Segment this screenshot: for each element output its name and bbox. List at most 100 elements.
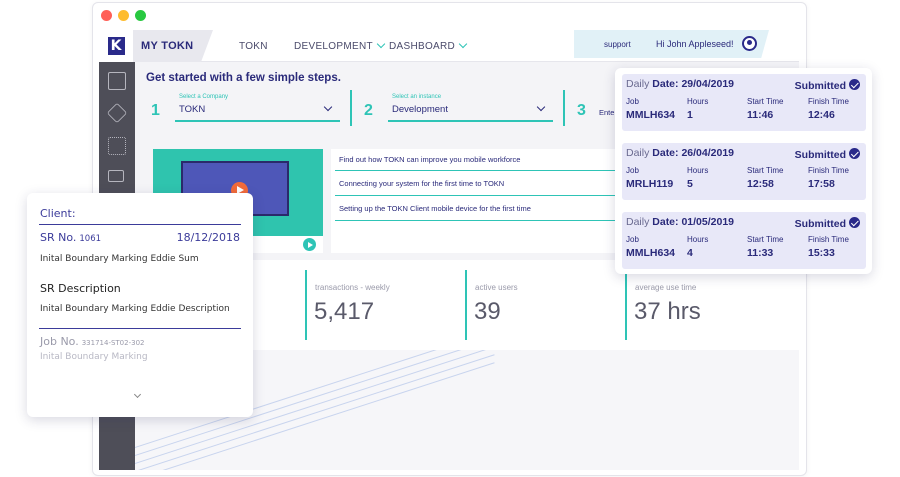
col-label-finish: Finish Time [808,166,849,175]
minimize-window-button[interactable] [118,10,129,21]
chevron-down-icon [376,39,386,49]
divider [39,224,241,225]
tokn-logo-icon: K [107,37,125,55]
stat-value-active-users: 39 [474,298,501,325]
service-request-card[interactable]: Client: SR No. 1061 18/12/2018 Inital Bou… [27,193,253,417]
stat-label-active-users: active users [475,283,518,292]
step-divider [563,90,565,126]
help-link-connecting[interactable]: Connecting your system for the first tim… [339,179,504,188]
chevron-down-icon[interactable] [133,390,142,399]
col-label-finish: Finish Time [808,97,849,106]
start-time-value: 11:46 [747,109,774,121]
step-number-1: 1 [151,102,160,119]
logo[interactable]: K [99,30,133,62]
divider [39,328,241,329]
screens-icon[interactable] [108,170,124,182]
col-label-hours: Hours [687,97,709,106]
nav-dashboard[interactable]: DASHBOARD [389,39,468,52]
finish-time-value: 15:33 [808,247,835,259]
org-chart-icon[interactable] [108,137,126,155]
step-3-field[interactable]: Ente [599,108,614,117]
sr-number: SR No. 1061 [40,231,102,244]
avatar-icon[interactable] [742,36,757,51]
hours-value: 4 [687,247,693,259]
col-label-start: Start Time [747,235,784,244]
start-time-value: 12:58 [747,178,774,190]
support-link[interactable]: support [604,40,631,49]
maximize-window-button[interactable] [135,10,146,21]
brand-label: MY TOKN [141,40,194,52]
finish-time-value: 12:46 [808,109,835,121]
stat-accent [625,270,627,340]
layers-icon[interactable] [106,102,128,124]
company-select[interactable]: TOKN [179,104,205,115]
close-window-button[interactable] [101,10,112,21]
job-value: MRLH119 [626,178,674,190]
company-select-underline [175,120,340,122]
job-value: MMLH634 [626,109,676,121]
col-label-start: Start Time [747,166,784,175]
entry-date: Daily Date: 26/04/2019 [626,147,735,159]
nav-development[interactable]: DEVELOPMENT [294,39,386,52]
timesheet-entry[interactable]: Daily Date: 26/04/2019 Submitted Job Hou… [622,143,866,200]
stat-label-transactions: transactions - weekly [315,283,390,292]
check-circle-icon [849,148,860,159]
col-label-job: Job [626,97,639,106]
instance-select[interactable]: Development [392,104,448,115]
instance-select-label: Select an instance [392,94,442,100]
divider [335,195,621,196]
check-circle-icon [849,217,860,228]
help-link-improve[interactable]: Find out how TOKN can improve you mobile… [339,155,520,164]
finish-time-value: 17:58 [808,178,835,190]
help-links: Find out how TOKN can improve you mobile… [331,149,621,253]
col-label-finish: Finish Time [808,235,849,244]
window-controls [101,10,146,21]
stat-label-average-use: average use time [635,283,697,292]
play-button-icon[interactable] [303,238,316,251]
settings-icon[interactable] [108,72,126,90]
timesheet-entry[interactable]: Daily Date: 29/04/2019 Submitted Job Hou… [622,74,866,131]
status-badge: Submitted [795,216,860,230]
chevron-down-icon [458,39,468,49]
step-number-2: 2 [364,102,373,119]
divider [335,220,621,221]
col-label-start: Start Time [747,97,784,106]
step-divider [350,90,352,126]
check-circle-icon [849,79,860,90]
col-label-job: Job [626,166,639,175]
divider [335,170,621,171]
status-badge: Submitted [795,78,860,92]
sr-summary: Inital Boundary Marking Eddie Sum [40,254,199,264]
sr-date: 18/12/2018 [176,231,240,244]
stat-accent [465,270,467,340]
step-number-3: 3 [577,102,586,119]
status-badge: Submitted [795,147,860,161]
entry-date: Daily Date: 29/04/2019 [626,78,735,90]
sr-description-title: SR Description [40,282,121,295]
sr-description-text: Inital Boundary Marking Eddie Descriptio… [40,304,230,314]
company-select-label: Select a Company [179,94,229,100]
top-navigation-bar: K MY TOKN TOKN DEVELOPMENT DASHBOARD sup… [99,30,799,62]
timesheet-entry[interactable]: Daily Date: 01/05/2019 Submitted Job Hou… [622,212,866,269]
job-description: Inital Boundary Marking [40,352,148,362]
chevron-down-icon[interactable] [536,102,546,112]
col-label-job: Job [626,235,639,244]
page-heading: Get started with a few simple steps. [146,72,341,84]
hours-value: 1 [687,109,693,121]
entry-date: Daily Date: 01/05/2019 [626,216,735,228]
help-link-setup[interactable]: Setting up the TOKN Client mobile device… [339,204,531,213]
user-bar: support Hi John Appleseed! [574,30,769,58]
stat-value-average-use: 37 hrs [634,298,701,325]
stat-value-transactions: 5,417 [314,298,375,325]
col-label-hours: Hours [687,166,709,175]
nav-tokn[interactable]: TOKN [239,41,268,52]
job-number: Job No. 331714-ST02-302 [40,335,145,348]
instance-select-underline [388,120,553,122]
stat-accent [305,270,307,340]
chevron-down-icon[interactable] [323,102,333,112]
client-label: Client: [40,207,76,220]
user-greeting: Hi John Appleseed! [656,39,734,49]
hours-value: 5 [687,178,693,190]
start-time-value: 11:33 [747,247,774,259]
brand-tab[interactable]: MY TOKN [133,30,213,62]
